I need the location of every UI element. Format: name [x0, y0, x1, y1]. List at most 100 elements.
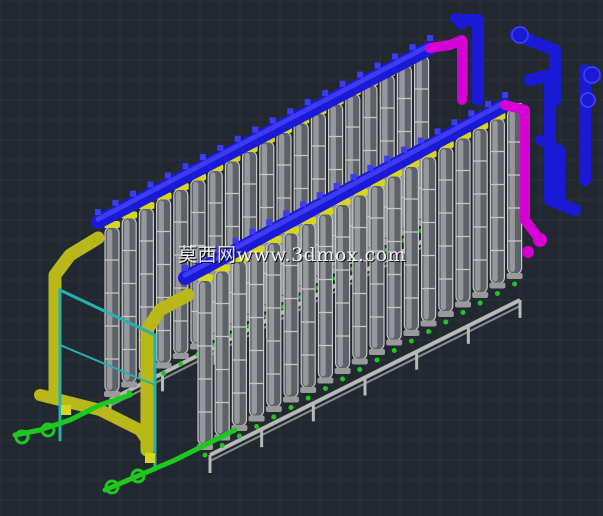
module-bottom-cap — [121, 381, 138, 388]
module-drain-valve — [322, 386, 328, 391]
concentrate-flange — [533, 233, 547, 247]
header-branch-valve — [392, 53, 399, 60]
module-highlight — [354, 196, 361, 358]
header-branch-valve — [129, 190, 136, 197]
module-highlight — [458, 139, 464, 301]
concentrate-flange — [522, 246, 534, 258]
module-drain-valve — [236, 433, 242, 439]
module-drain-valve — [391, 348, 397, 353]
module-bottom-cap — [455, 301, 471, 308]
membrane-module — [472, 122, 489, 306]
valve-line-right — [102, 427, 238, 493]
module-drain-valve — [443, 319, 449, 325]
module-bottom-cap — [300, 387, 317, 393]
membrane-module — [455, 131, 471, 315]
module-highlight — [175, 191, 182, 352]
module-drain-valve — [254, 424, 260, 429]
module-highlight — [251, 253, 257, 415]
membrane-module — [197, 274, 213, 458]
header-branch-valve — [367, 164, 374, 171]
header-branch-valve — [451, 119, 458, 126]
module-bottom-cap — [172, 353, 189, 359]
module-drain-valve — [305, 395, 311, 401]
membrane-module — [369, 179, 385, 363]
header-branch-valve — [339, 80, 346, 87]
module-drain-valve — [408, 338, 414, 344]
flange-coupling — [61, 405, 71, 415]
header-branch-valve — [182, 163, 189, 170]
header-branch-valve — [400, 146, 407, 153]
module-highlight — [217, 272, 223, 434]
module-highlight — [406, 168, 412, 329]
header-branch-valve — [304, 99, 311, 106]
module-bottom-cap — [317, 377, 334, 384]
header-branch-valve — [234, 135, 241, 142]
header-branch-valve — [468, 110, 475, 117]
module-drain-valve — [357, 367, 363, 372]
module-highlight — [158, 200, 164, 362]
module-highlight — [337, 206, 343, 367]
concentrate-riser-upper — [425, 35, 467, 105]
module-bottom-cap — [403, 330, 420, 336]
header-branch-valve — [350, 173, 357, 180]
module-bottom-cap — [369, 349, 385, 355]
header-branch-valve — [434, 128, 441, 135]
module-bottom-cap — [351, 358, 368, 365]
header-branch-valve — [164, 172, 171, 179]
watermark-text: 莫西网www.3dmox.com — [178, 244, 407, 266]
module-bottom-cap — [283, 396, 299, 403]
module-drain-valve — [288, 405, 294, 410]
outlet-flange — [583, 66, 601, 84]
module-bottom-cap — [437, 311, 454, 317]
module-drain-valve — [460, 310, 466, 315]
module-highlight — [475, 130, 481, 291]
module-drain-valve — [512, 281, 518, 287]
module-bottom-cap — [104, 391, 120, 397]
header-branch-valve — [283, 210, 290, 217]
module-drain-valve — [219, 443, 225, 448]
module-drain-valve — [271, 414, 277, 420]
membrane-module — [231, 255, 248, 439]
header-branch-valve — [322, 89, 329, 96]
module-drain-valve — [426, 329, 432, 334]
module-bottom-cap — [334, 368, 351, 374]
header-branch-valve — [299, 201, 306, 208]
membrane-module — [334, 198, 351, 382]
module-highlight — [372, 187, 378, 348]
header-branch-valve — [266, 219, 273, 226]
header-branch-valve — [427, 35, 433, 41]
membrane-module — [317, 207, 334, 391]
module-bottom-cap — [248, 415, 265, 422]
return-elbow — [450, 13, 467, 30]
membrane-module — [121, 211, 138, 395]
flange-coupling — [145, 453, 155, 463]
header-branch-valve — [252, 126, 259, 133]
module-bottom-cap — [472, 292, 489, 298]
membrane-module — [351, 188, 368, 372]
module-highlight — [234, 263, 240, 424]
header-branch-valve — [333, 183, 340, 190]
module-highlight — [268, 244, 275, 405]
header-branch-valve — [316, 192, 323, 199]
header-branch-valve — [357, 71, 364, 78]
module-bottom-cap — [420, 320, 437, 327]
membrane-module — [437, 141, 454, 325]
module-highlight — [423, 158, 429, 320]
header-branch-valve — [95, 209, 101, 215]
header-branch-valve — [374, 62, 381, 69]
header-branch-valve — [269, 117, 276, 124]
header-branch-valve — [384, 155, 391, 162]
module-highlight — [509, 111, 515, 272]
module-drain-valve — [340, 376, 346, 382]
header-branch-valve — [147, 181, 154, 188]
module-bottom-cap — [386, 339, 403, 346]
header-branch-valve — [217, 144, 224, 151]
header-branch-valve — [409, 44, 416, 51]
cad-viewport[interactable]: 莫西网www.3dmox.com — [0, 0, 603, 516]
module-bottom-cap — [506, 273, 523, 279]
header-branch-valve — [112, 199, 119, 206]
module-drain-valve — [374, 357, 380, 363]
module-drain-valve — [202, 452, 208, 458]
outlet-flange — [511, 26, 529, 44]
header-branch-valve — [199, 154, 206, 161]
